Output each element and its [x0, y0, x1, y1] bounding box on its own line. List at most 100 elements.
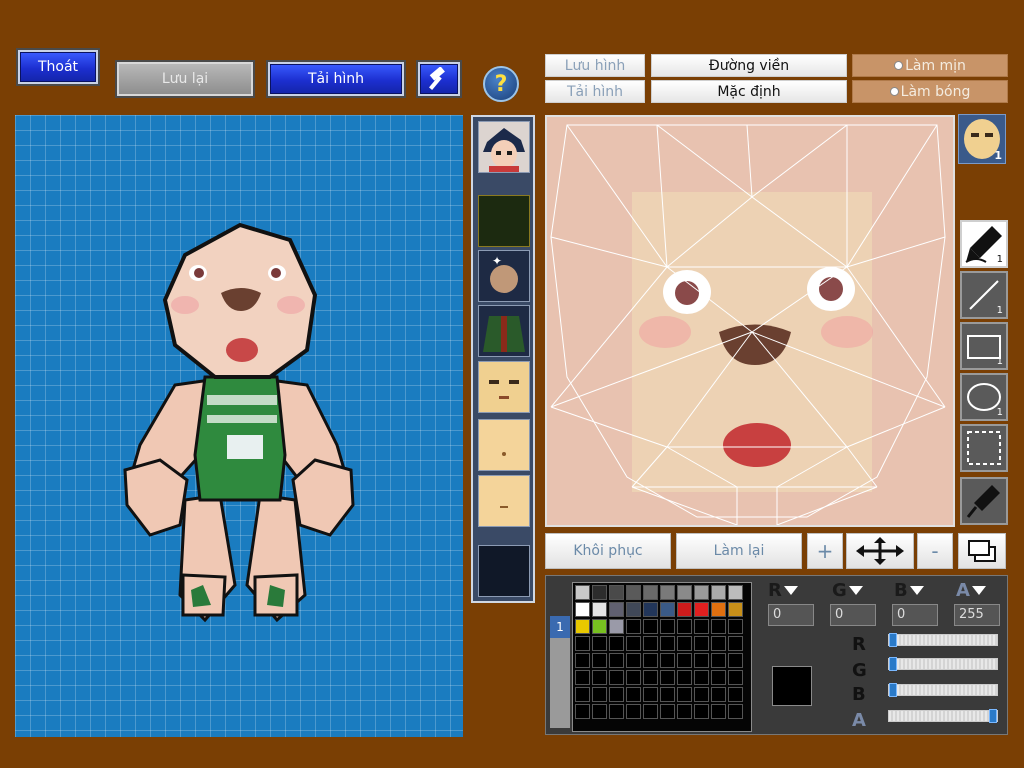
red-slider-knob[interactable]	[889, 633, 897, 647]
palette-swatch[interactable]	[609, 653, 624, 668]
palette-swatch[interactable]	[728, 636, 743, 651]
palette-swatch[interactable]	[694, 653, 709, 668]
palette-swatch[interactable]	[575, 636, 590, 651]
exit-button[interactable]: Thoát	[16, 48, 100, 86]
palette-swatch[interactable]	[643, 602, 658, 617]
palette-swatch[interactable]	[626, 619, 641, 634]
red-channel-header[interactable]: R	[768, 580, 798, 601]
green-slider[interactable]	[888, 657, 998, 671]
load-image-button[interactable]: Tải hình	[545, 80, 645, 103]
load-button[interactable]: Tải hình	[266, 60, 406, 98]
green-slider-knob[interactable]	[889, 657, 897, 671]
palette-swatch[interactable]	[575, 585, 590, 600]
select-tool[interactable]	[960, 424, 1008, 472]
alpha-channel-header[interactable]: A	[956, 580, 986, 601]
thumb-slot-dark[interactable]	[478, 545, 530, 597]
red-value[interactable]: 0	[768, 604, 814, 626]
palette-swatch[interactable]	[626, 670, 641, 685]
palette-swatch[interactable]	[677, 636, 692, 651]
palette-swatch[interactable]	[694, 619, 709, 634]
default-button[interactable]: Mặc định	[651, 80, 847, 103]
palette-swatch[interactable]	[626, 704, 641, 719]
green-channel-header[interactable]: G	[832, 580, 863, 601]
palette-swatch[interactable]	[694, 687, 709, 702]
thumb-slot-empty[interactable]	[478, 195, 530, 247]
palette-swatch[interactable]	[677, 619, 692, 634]
eyedropper-tool[interactable]	[960, 477, 1008, 525]
zoom-out-button[interactable]: -	[917, 533, 953, 569]
palette-swatch[interactable]	[626, 585, 641, 600]
line-tool[interactable]: 1	[960, 271, 1008, 319]
palette-swatch[interactable]	[592, 653, 607, 668]
thumb-face-plain[interactable]	[478, 475, 530, 527]
texture-editor-canvas[interactable]	[545, 115, 955, 527]
move-button[interactable]	[846, 533, 914, 569]
palette-swatch[interactable]	[643, 670, 658, 685]
palette-swatch[interactable]	[575, 619, 590, 634]
palette-swatch[interactable]	[575, 670, 590, 685]
palette-swatch[interactable]	[677, 653, 692, 668]
face-badge[interactable]: 1	[958, 114, 1006, 164]
palette-swatch[interactable]	[660, 653, 675, 668]
palette-swatch[interactable]	[575, 653, 590, 668]
blue-slider-knob[interactable]	[889, 683, 897, 697]
palette-swatch[interactable]	[711, 653, 726, 668]
thumb-body[interactable]	[478, 305, 530, 357]
palette-swatch[interactable]	[609, 704, 624, 719]
shine-radio[interactable]	[889, 87, 899, 96]
palette-swatch[interactable]	[660, 602, 675, 617]
outline-button[interactable]: Đường viền	[651, 54, 847, 77]
hammer-button[interactable]	[416, 60, 462, 98]
palette-swatch[interactable]	[643, 704, 658, 719]
save-button[interactable]: Lưu lại	[115, 60, 255, 98]
redo-button[interactable]: Làm lại	[676, 533, 802, 569]
blue-value[interactable]: 0	[892, 604, 938, 626]
brush-tool[interactable]: 1	[960, 220, 1008, 268]
palette-swatch[interactable]	[677, 602, 692, 617]
palette-swatch[interactable]	[609, 585, 624, 600]
palette-swatch[interactable]	[660, 619, 675, 634]
palette-swatch[interactable]	[728, 602, 743, 617]
blue-channel-header[interactable]: B	[894, 580, 924, 601]
palette-swatch[interactable]	[728, 704, 743, 719]
thumb-face-angry[interactable]	[478, 361, 530, 413]
alpha-value[interactable]: 255	[954, 604, 1000, 626]
palette-swatch[interactable]	[728, 687, 743, 702]
palette-swatch[interactable]	[592, 619, 607, 634]
smooth-option[interactable]: Làm mịn	[852, 54, 1008, 77]
alpha-slider[interactable]	[888, 709, 998, 723]
shine-option[interactable]: Làm bóng	[852, 80, 1008, 103]
palette-swatch[interactable]	[609, 670, 624, 685]
palette-swatch[interactable]	[575, 704, 590, 719]
thumb-head-shape[interactable]: ✦	[478, 250, 530, 302]
palette-swatch[interactable]	[660, 636, 675, 651]
palette-swatch[interactable]	[592, 670, 607, 685]
palette-swatch[interactable]	[677, 687, 692, 702]
ellipse-tool[interactable]: 1	[960, 373, 1008, 421]
palette-swatch[interactable]	[694, 636, 709, 651]
palette-swatch[interactable]	[677, 670, 692, 685]
palette-swatch[interactable]	[592, 636, 607, 651]
palette-swatch[interactable]	[643, 687, 658, 702]
palette-swatch[interactable]	[609, 602, 624, 617]
palette-swatch[interactable]	[592, 704, 607, 719]
palette-swatch[interactable]	[643, 636, 658, 651]
rectangle-tool[interactable]: 1	[960, 322, 1008, 370]
layer-button[interactable]	[958, 533, 1006, 569]
palette-swatch[interactable]	[643, 619, 658, 634]
palette-swatch[interactable]	[711, 704, 726, 719]
character-preview[interactable]	[15, 115, 463, 737]
help-button[interactable]: ?	[483, 66, 519, 102]
palette-swatch[interactable]	[660, 670, 675, 685]
palette-swatch[interactable]	[626, 602, 641, 617]
thumb-face-blank[interactable]	[478, 419, 530, 471]
palette-swatch[interactable]	[592, 585, 607, 600]
palette-swatch[interactable]	[694, 670, 709, 685]
blue-slider[interactable]	[888, 683, 998, 697]
palette-swatch[interactable]	[711, 602, 726, 617]
palette-swatch[interactable]	[575, 687, 590, 702]
restore-button[interactable]: Khôi phục	[545, 533, 671, 569]
palette-swatch[interactable]	[575, 602, 590, 617]
palette-grid[interactable]	[572, 582, 752, 732]
palette-swatch[interactable]	[660, 585, 675, 600]
